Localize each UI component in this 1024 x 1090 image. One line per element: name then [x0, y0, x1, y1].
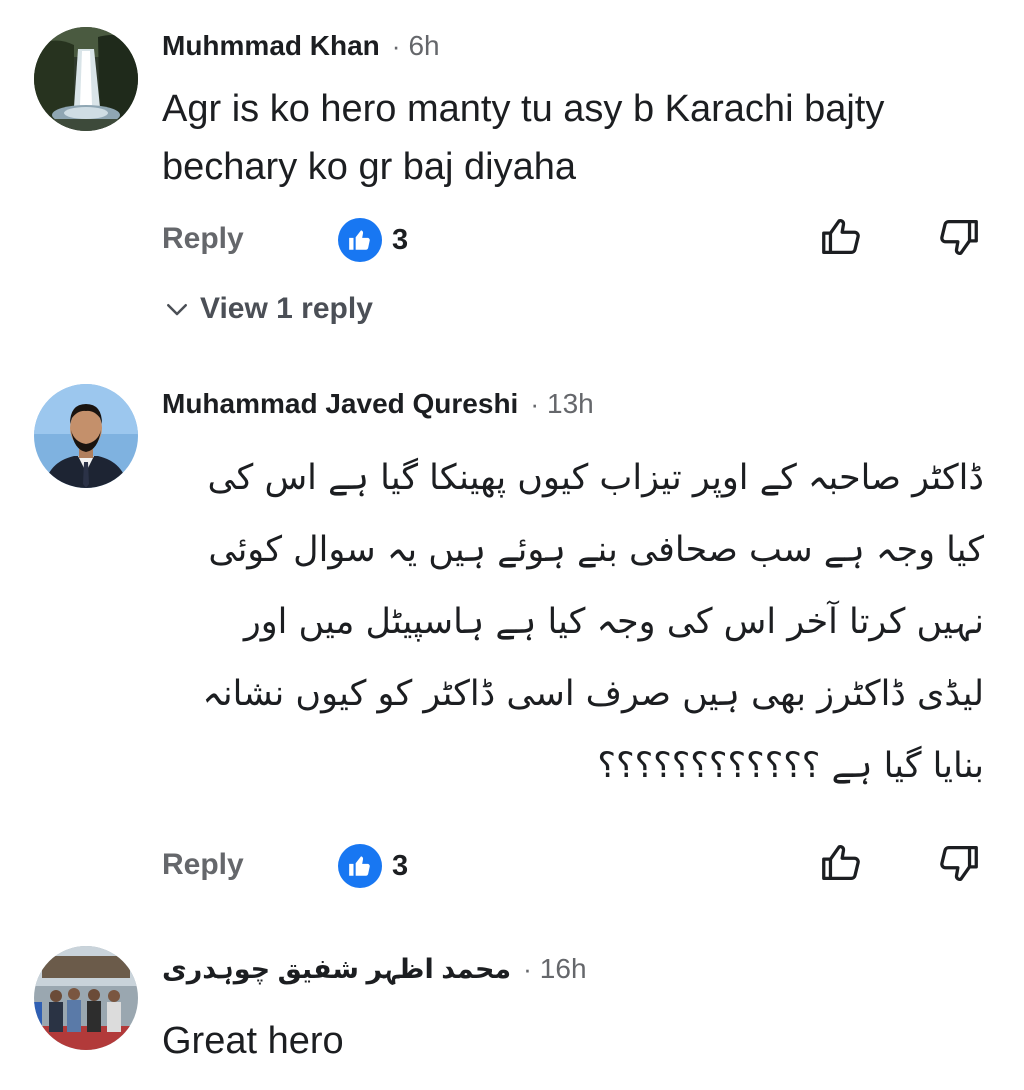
comment-actions: Reply 3: [162, 212, 992, 268]
chevron-down-icon: [167, 304, 187, 316]
avatar[interactable]: [34, 946, 138, 1050]
reply-button[interactable]: Reply: [162, 222, 244, 256]
thumbs-up-filled-icon: [338, 218, 382, 262]
comment-actions: Reply 3: [162, 838, 992, 894]
view-replies-label: View 1 reply: [200, 292, 373, 325]
comment-meta: Muhmmad Khan · 6h: [162, 30, 440, 62]
thumbs-down-outline-icon[interactable]: [936, 214, 982, 260]
comment-text-line: Agr is ko hero manty tu asy b Karachi ba…: [162, 88, 885, 130]
thumbs-up-outline-icon[interactable]: [818, 214, 864, 260]
comment-meta: Muhammad Javed Qureshi · 13h: [162, 388, 594, 420]
avatar[interactable]: [34, 27, 138, 131]
avatar[interactable]: [34, 384, 138, 488]
comment-text: Agr is ko hero manty tu asy b Karachi ba…: [162, 80, 982, 196]
comment-meta: محمد اظہر شفیق چوہدری · 16h: [162, 953, 587, 985]
comment-text-line: نہیں کرتا آخر اس کی وجہ کیا ہے ہاسپیٹل م…: [243, 602, 984, 642]
thumbs-up-filled-icon: [338, 844, 382, 888]
comment-text: ڈاکٹر صاحبہ کے اوپر تیزاب کیوں پھینکا گی…: [158, 442, 984, 802]
thumbs-down-outline-icon[interactable]: [936, 840, 982, 886]
author-name[interactable]: Muhmmad Khan: [162, 30, 380, 62]
comment-text-line: بنایا گیا ہے ؟؟؟؟؟؟؟؟؟؟؟؟: [597, 746, 984, 786]
comment-text: Great hero: [162, 1012, 982, 1070]
separator-dot: ·: [530, 389, 540, 419]
reaction-summary[interactable]: 3: [338, 844, 408, 888]
timestamp: 13h: [547, 388, 594, 419]
separator-dot: ·: [391, 31, 401, 61]
comment-text-line: Great hero: [162, 1020, 344, 1062]
reaction-summary[interactable]: 3: [338, 218, 408, 262]
author-name[interactable]: محمد اظہر شفیق چوہدری: [162, 954, 511, 985]
comment-text-line: کیا وجہ ہے سب صحافی بنے ہوئے ہیں یہ سوال…: [208, 530, 984, 570]
author-name[interactable]: Muhammad Javed Qureshi: [162, 388, 518, 420]
comment-text-line: bechary ko gr baj diyaha: [162, 146, 577, 188]
comment-text-line: لیڈی ڈاکٹرز بھی ہیں صرف اسی ڈاکٹر کو کیو…: [202, 674, 984, 714]
view-replies-link[interactable]: View 1 reply: [162, 292, 373, 326]
timestamp: 16h: [539, 953, 587, 984]
timestamp: 6h: [408, 30, 440, 61]
like-count: 3: [392, 223, 409, 256]
separator-dot: ·: [523, 954, 532, 984]
like-count: 3: [392, 849, 409, 882]
thumbs-up-outline-icon[interactable]: [818, 840, 864, 886]
comment-text-line: ڈاکٹر صاحبہ کے اوپر تیزاب کیوں پھینکا گی…: [207, 458, 984, 498]
reply-button[interactable]: Reply: [162, 848, 244, 882]
